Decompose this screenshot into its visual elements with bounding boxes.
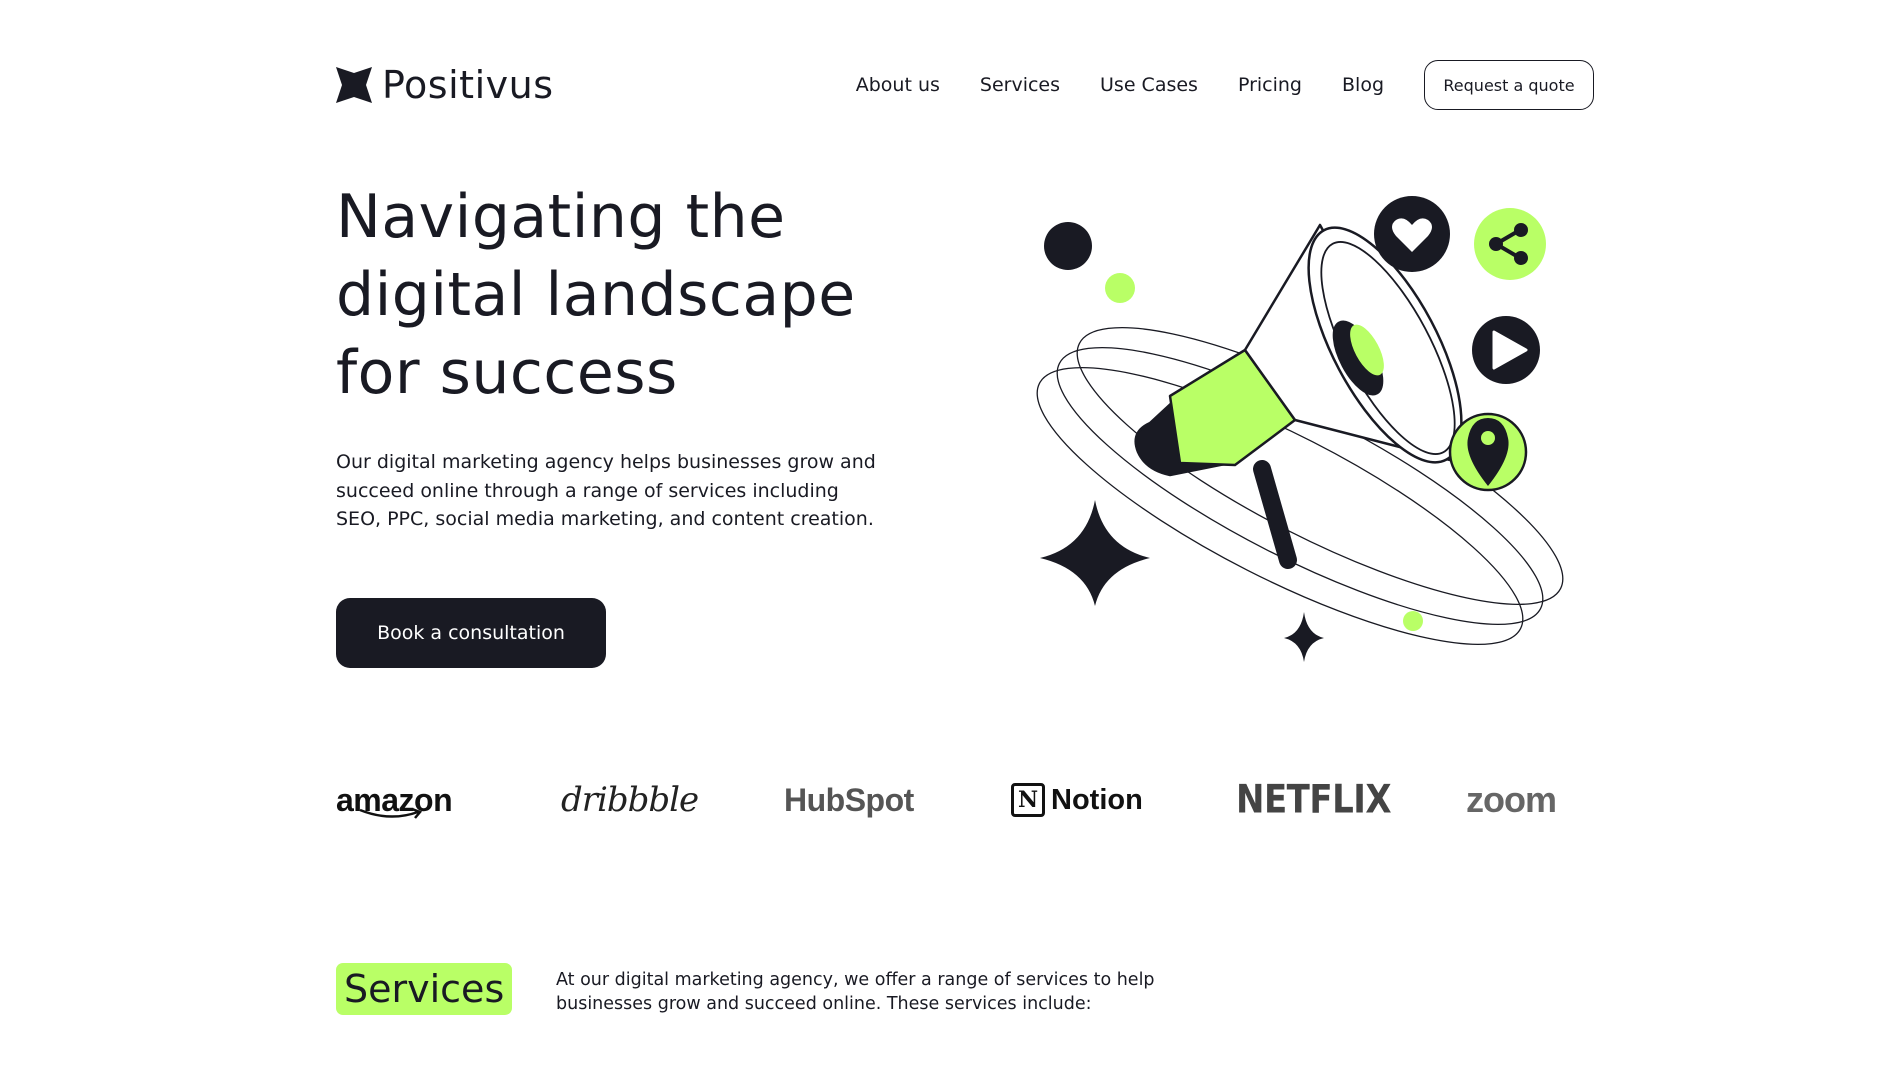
hero-title-line-1: Navigating the (336, 182, 786, 252)
hero-illustration (1036, 196, 1564, 662)
green-dot-small (1403, 611, 1423, 631)
book-consultation-button[interactable]: Book a consultation (336, 598, 606, 668)
hero-description: Our digital marketing agency helps busin… (336, 451, 876, 530)
share-icon (1474, 208, 1546, 280)
heart-icon (1374, 196, 1450, 272)
nav-services[interactable]: Services (980, 60, 1060, 110)
notion-icon: N (1011, 783, 1045, 817)
hubspot-logo: HubSpot (784, 781, 914, 818)
request-quote-button[interactable]: Request a quote (1424, 60, 1594, 110)
hero-title-line-3: for success (336, 338, 678, 408)
nav-use-cases[interactable]: Use Cases (1100, 60, 1198, 110)
site-header: Positivus About us Services Use Cases Pr… (336, 60, 1594, 110)
brand-logo[interactable]: Positivus (336, 66, 554, 104)
logo-star-icon (336, 67, 372, 103)
services-heading: Services (336, 963, 513, 1015)
notion-logo: N Notion (1011, 770, 1143, 830)
sparkle-star-icon (1040, 500, 1150, 606)
sparkle-star-small-icon (1284, 612, 1324, 662)
amazon-logo: amazon (336, 770, 453, 830)
location-pin-icon (1448, 412, 1528, 492)
nav-pricing[interactable]: Pricing (1238, 60, 1302, 110)
netflix-logo: NETFLIX (1236, 777, 1392, 823)
hero-title: Navigating the digital landscape for suc… (336, 178, 896, 412)
black-dot (1044, 222, 1092, 270)
zoom-logo: zoom (1466, 779, 1557, 820)
dribbble-logo: dribbble (561, 780, 699, 820)
green-dot (1105, 273, 1135, 303)
client-logos: amazon dribbble HubSpot N Notion NETFLIX… (336, 770, 1594, 830)
nav-blog[interactable]: Blog (1342, 60, 1384, 110)
hero-title-line-2: digital landscape (336, 260, 856, 330)
amazon-smile-icon (359, 808, 423, 819)
nav-about-us[interactable]: About us (856, 60, 940, 110)
services-description: At our digital marketing agency, we offe… (556, 970, 1155, 1014)
main-nav: About us Services Use Cases Pricing Blog… (856, 60, 1594, 110)
brand-name: Positivus (382, 63, 554, 107)
play-icon (1472, 316, 1540, 384)
